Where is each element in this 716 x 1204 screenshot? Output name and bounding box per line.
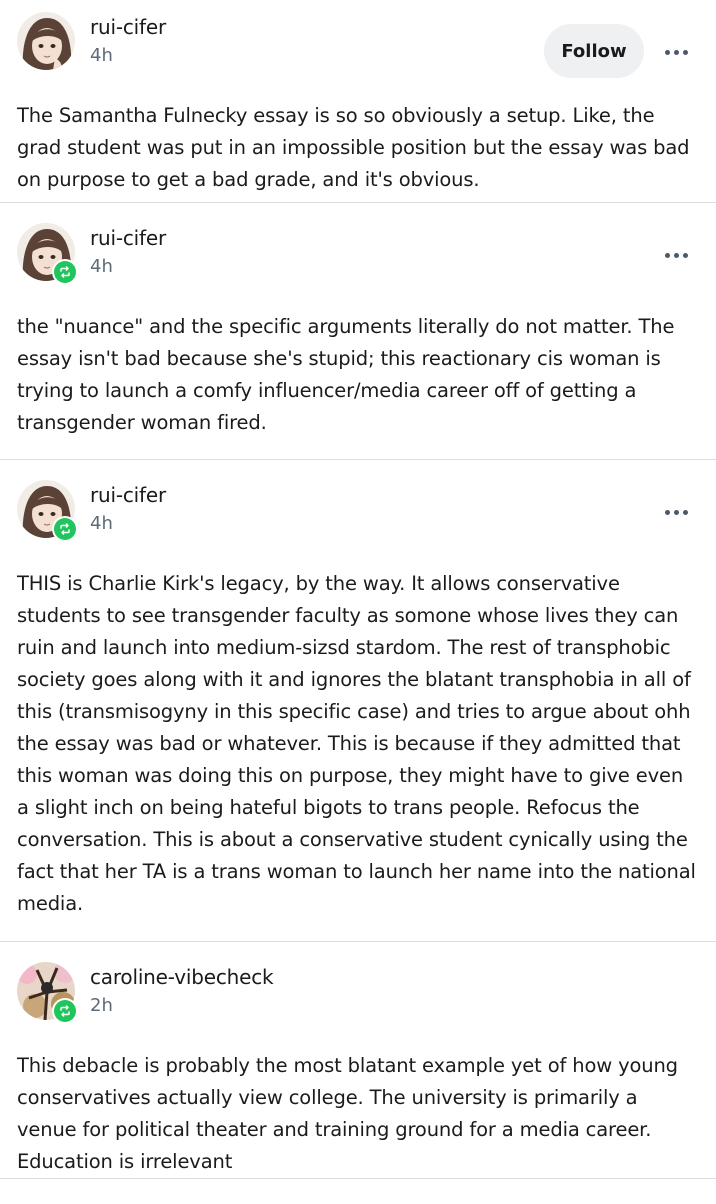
post-header: rui-cifer 4h xyxy=(0,223,716,285)
reblog-badge xyxy=(52,516,78,542)
post-text: The Samantha Fulnecky essay is so so obv… xyxy=(17,104,690,191)
post-text: THIS is Charlie Kirk's legacy, by the wa… xyxy=(17,572,696,915)
reblog-icon xyxy=(60,523,70,535)
post-header: caroline-vibecheck 2h xyxy=(0,962,716,1024)
timestamp: 2h xyxy=(90,995,113,1016)
username[interactable]: rui-cifer xyxy=(90,226,166,250)
anime-avatar-icon xyxy=(17,12,75,70)
post: rui-cifer 4h THIS is Charlie Kirk's lega… xyxy=(0,460,716,942)
more-options-icon[interactable] xyxy=(660,239,692,271)
reblog-badge xyxy=(52,998,78,1024)
username[interactable]: rui-cifer xyxy=(90,483,166,507)
post: rui-cifer 4h Follow The Samantha Fulneck… xyxy=(0,0,716,203)
more-options-icon[interactable] xyxy=(660,36,692,68)
timestamp: 4h xyxy=(90,45,113,66)
reblog-icon xyxy=(60,266,70,278)
timestamp: 4h xyxy=(90,513,113,534)
avatar[interactable] xyxy=(17,12,75,70)
post: rui-cifer 4h the "nuance" and the specif… xyxy=(0,203,716,460)
more-options-icon[interactable] xyxy=(660,496,692,528)
follow-button[interactable]: Follow xyxy=(544,24,644,78)
timestamp: 4h xyxy=(90,256,113,277)
post-text: the "nuance" and the specific arguments … xyxy=(17,315,675,434)
post-header: rui-cifer 4h xyxy=(0,480,716,542)
reblog-badge xyxy=(52,259,78,285)
post-header: rui-cifer 4h Follow xyxy=(0,12,716,78)
username[interactable]: rui-cifer xyxy=(90,15,166,39)
reblog-icon xyxy=(60,1005,70,1017)
username[interactable]: caroline-vibecheck xyxy=(90,965,274,989)
post: caroline-vibecheck 2h This debacle is pr… xyxy=(0,942,716,1179)
post-text: This debacle is probably the most blatan… xyxy=(17,1054,678,1173)
